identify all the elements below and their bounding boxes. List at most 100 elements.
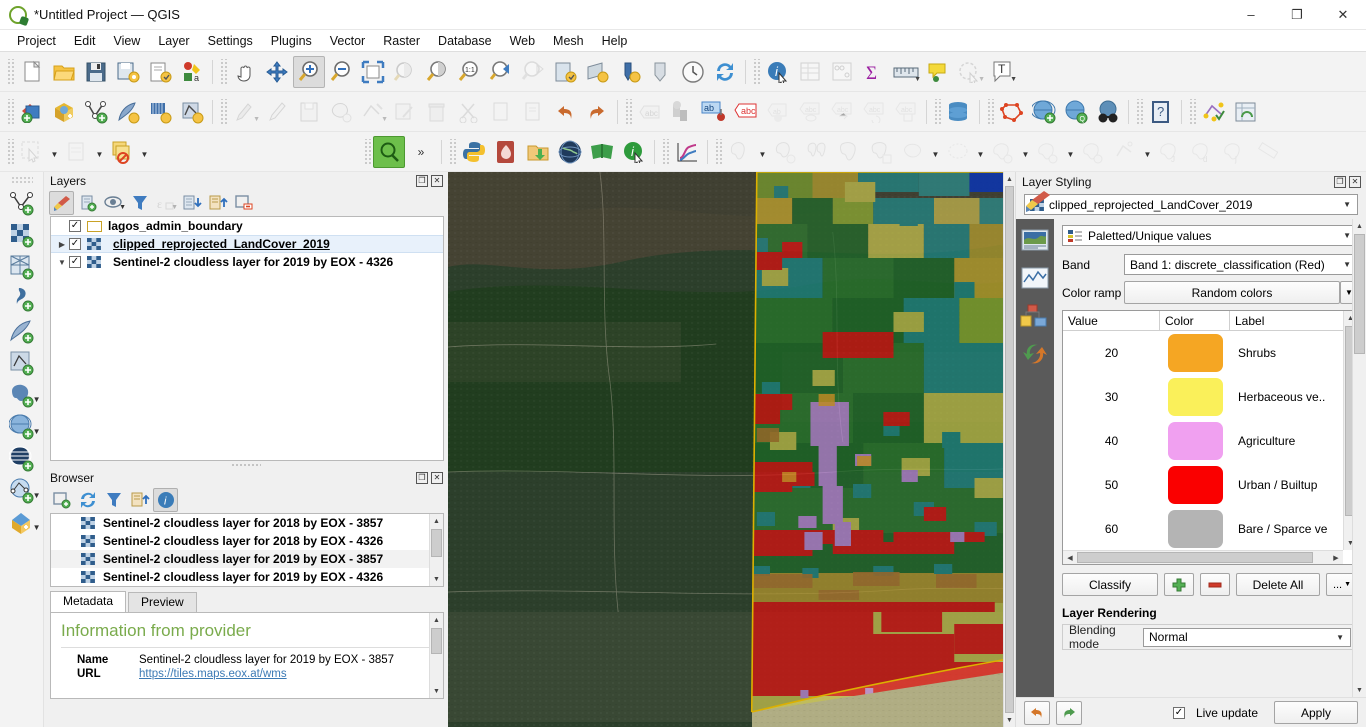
toolbar-grip[interactable] [986, 98, 994, 125]
zoom-next-icon[interactable] [517, 56, 549, 88]
zoom-last-icon[interactable] [485, 56, 517, 88]
add-vector-layer-icon[interactable] [2, 187, 42, 219]
toolbar-grip[interactable] [10, 176, 33, 183]
scroll-down-arrow[interactable]: ▼ [1353, 683, 1366, 697]
chevron-down-icon[interactable]: ▼ [33, 427, 41, 436]
deselect-all-icon[interactable] [106, 136, 138, 168]
scroll-up-arrow[interactable]: ▲ [1004, 172, 1015, 186]
label-dim5-icon[interactable]: abc [890, 96, 922, 128]
remove-entry-icon[interactable] [1200, 573, 1230, 596]
undock-icon[interactable]: ❐ [1334, 176, 1346, 188]
scroll-down-arrow[interactable]: ▼ [1004, 713, 1015, 727]
legend-icon[interactable] [1018, 301, 1052, 331]
menu-web[interactable]: Web [501, 32, 544, 50]
apply-button[interactable]: Apply [1274, 701, 1358, 724]
add-mesh-layer-icon[interactable] [144, 96, 176, 128]
menu-edit[interactable]: Edit [65, 32, 105, 50]
tab-metadata[interactable]: Metadata [50, 591, 127, 612]
chevron-down-icon[interactable]: ▼ [1343, 231, 1351, 240]
collapse-all-icon[interactable] [205, 191, 230, 215]
toolbar-grip[interactable] [219, 58, 227, 85]
table-row[interactable]: 20 Shrubs [1063, 331, 1343, 375]
chevron-down-icon[interactable]: ▼ [33, 523, 41, 532]
chevron-down-icon[interactable]: ▼ [1019, 136, 1032, 168]
metadata-scrollbar[interactable]: ▲ ▼ [429, 613, 443, 698]
scrollbar-thumb[interactable] [1354, 234, 1365, 354]
browser-item[interactable]: Sentinel-2 cloudless layer for 2019 by E… [51, 568, 443, 586]
refresh-map-icon[interactable] [549, 56, 581, 88]
chevron-down-icon[interactable]: ▼ [253, 116, 260, 123]
new-print-layout-icon[interactable] [144, 56, 176, 88]
renderer-type-combo[interactable]: Paletted/Unique values ▼ [1062, 225, 1358, 246]
collapse-layer-icon[interactable]: ▼ [55, 258, 69, 267]
zoom-to-selection-icon[interactable] [389, 56, 421, 88]
redo-icon[interactable] [581, 96, 613, 128]
tooth-icon-3[interactable] [833, 136, 865, 168]
toolbar-grip[interactable] [624, 98, 632, 125]
open-table-icon[interactable] [61, 136, 93, 168]
table-horizontal-scrollbar[interactable]: ◀ ▶ [1063, 550, 1343, 564]
save-project-as-icon[interactable] [112, 56, 144, 88]
layer-visibility-checkbox[interactable]: ✓ [69, 238, 81, 250]
zoom-to-layer-icon[interactable] [421, 56, 453, 88]
temporal-controller-icon[interactable] [677, 56, 709, 88]
chevron-down-icon[interactable]: ▼ [171, 204, 178, 211]
tooth-j2-icon[interactable]: j [1218, 136, 1250, 168]
new-map-view-icon[interactable] [581, 56, 613, 88]
scrollbar-thumb[interactable] [1077, 552, 1313, 563]
style-manager-icon[interactable]: a [176, 56, 208, 88]
scroll-down-arrow[interactable]: ▼ [430, 684, 443, 698]
menu-layer[interactable]: Layer [149, 32, 198, 50]
select-by-location-icon[interactable]: ▼ [954, 56, 986, 88]
histogram-icon[interactable] [1018, 263, 1052, 293]
symbology-brush-icon[interactable] [1021, 187, 1055, 217]
toolbar-grip[interactable] [933, 98, 941, 125]
label-abc-icon[interactable]: abc [634, 96, 666, 128]
chevron-down-icon[interactable]: ▼ [138, 136, 151, 168]
add-xyz-layer-icon[interactable]: ▼ [2, 507, 42, 539]
plot-icon[interactable] [671, 136, 703, 168]
tooth-icon-9[interactable] [1077, 136, 1109, 168]
help-contents-icon[interactable]: ? [1145, 96, 1177, 128]
live-update-checkbox[interactable]: ✓ [1172, 706, 1185, 719]
unique-values-table[interactable]: Value Color Label 20 Shrubs 30 Herbaceou… [1062, 310, 1358, 565]
menu-vector[interactable]: Vector [321, 32, 374, 50]
delete-selected-icon[interactable] [421, 96, 453, 128]
open-layer-styling-icon[interactable] [49, 191, 74, 215]
add-feather-layer-icon[interactable] [2, 315, 42, 347]
pan-to-selection-icon[interactable] [261, 56, 293, 88]
menu-raster[interactable]: Raster [374, 32, 429, 50]
processing-toolbox-icon[interactable] [1198, 96, 1230, 128]
classify-button[interactable]: Classify [1062, 573, 1158, 596]
layers-tree[interactable]: ✓ lagos_admin_boundary ▶ ✓ clipped_repro… [50, 216, 444, 461]
undo-icon[interactable] [1024, 700, 1050, 725]
table-row[interactable]: 40 Agriculture [1063, 419, 1343, 463]
copy-features-icon[interactable] [485, 96, 517, 128]
chevron-down-icon[interactable]: ▼ [93, 136, 106, 168]
remove-layer-icon[interactable] [231, 191, 256, 215]
tooth-icon-4[interactable] [865, 136, 897, 168]
color-swatch[interactable] [1167, 466, 1223, 504]
trace-icon[interactable] [1109, 136, 1141, 168]
toolbar-grip[interactable] [661, 138, 669, 165]
polygon-node-icon[interactable] [996, 96, 1028, 128]
current-edits-icon[interactable]: ▼ [229, 96, 261, 128]
search-icon[interactable] [373, 135, 405, 168]
color-swatch[interactable] [1167, 378, 1223, 416]
measure-line-icon[interactable]: ▼ [890, 56, 922, 88]
zoom-full-icon[interactable] [357, 56, 389, 88]
add-wfs-layer-icon[interactable] [2, 443, 42, 475]
chevron-down-icon[interactable]: ▼ [974, 136, 987, 168]
undo-icon[interactable] [549, 96, 581, 128]
menu-view[interactable]: View [104, 32, 149, 50]
chevron-down-icon[interactable]: ▼ [33, 491, 41, 500]
layer-row-sentinel2-cloudless-2019-4326[interactable]: ▼ ✓ Sentinel-2 cloudless layer for 2019 … [51, 253, 443, 271]
add-arcgis-layer-icon[interactable]: ▼ [2, 475, 42, 507]
tab-preview[interactable]: Preview [128, 592, 197, 612]
identify-features-icon[interactable]: i [762, 56, 794, 88]
layer-visibility-checkbox[interactable]: ✓ [69, 256, 81, 268]
toggle-editing-icon[interactable] [261, 96, 293, 128]
transparency-icon[interactable] [1018, 225, 1052, 255]
new-3d-map-view-icon[interactable] [613, 56, 645, 88]
tooth-icon-5[interactable] [897, 136, 929, 168]
